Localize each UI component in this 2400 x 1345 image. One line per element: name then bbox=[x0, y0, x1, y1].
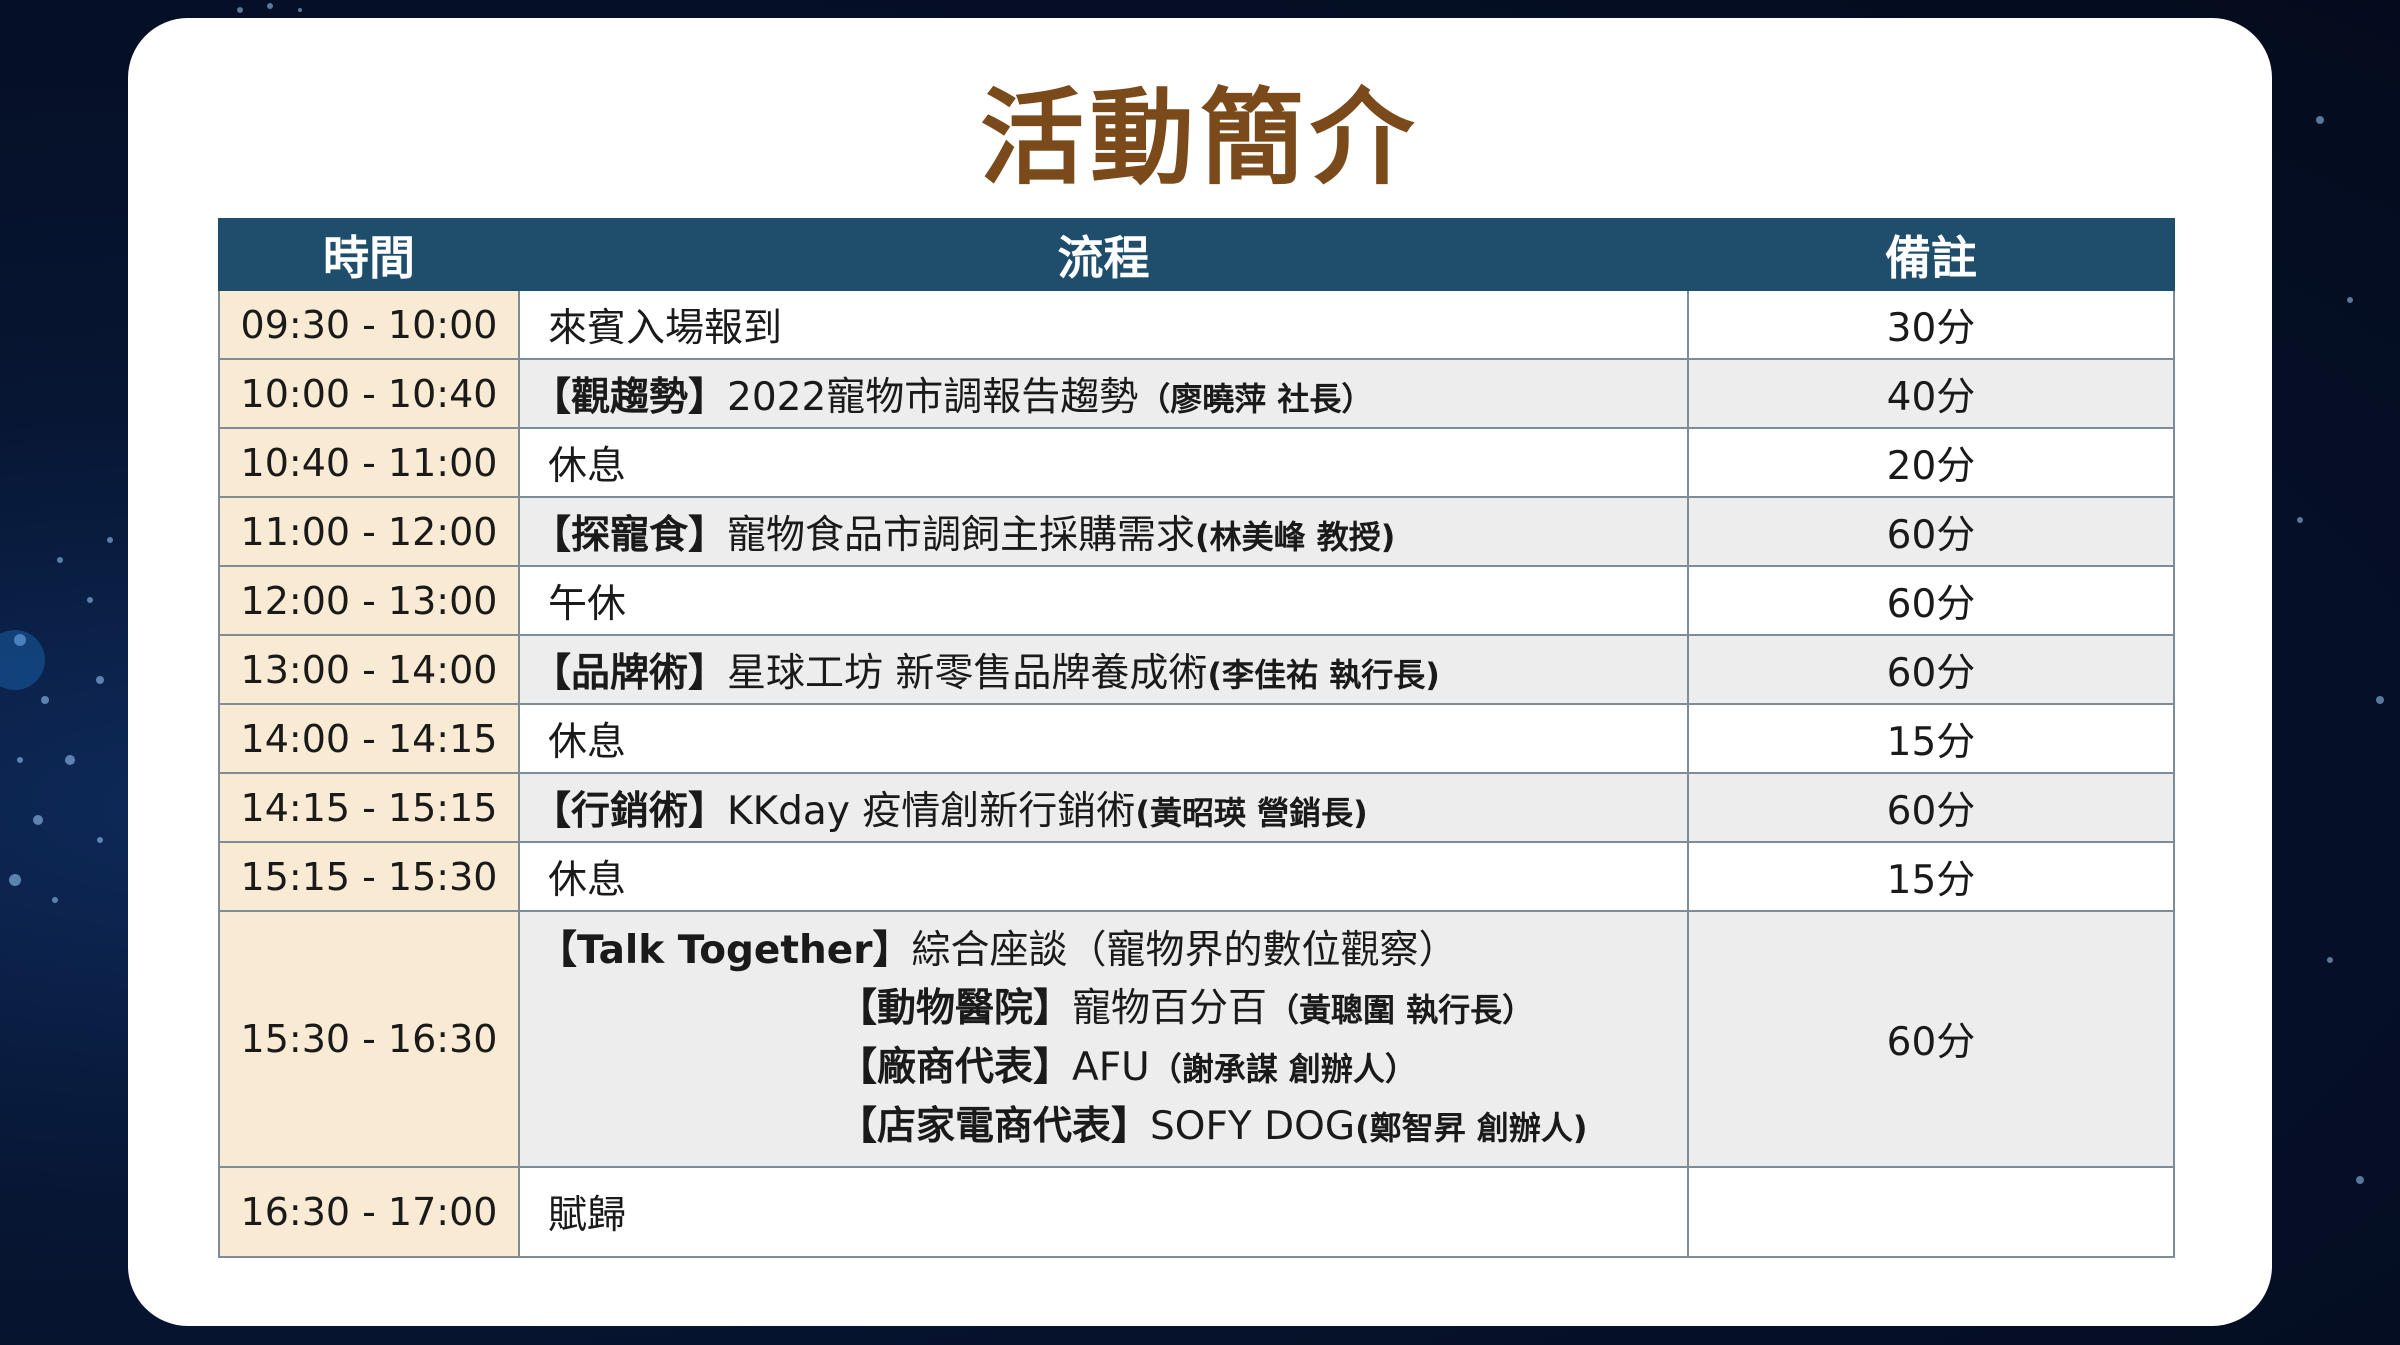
session-tag: 【Talk Together】 bbox=[538, 927, 912, 973]
time-cell: 14:00 - 14:15 bbox=[218, 703, 520, 774]
flow-cell: 【探寵食】寵物食品市調飼主採購需求(林美峰 教授) bbox=[518, 496, 1689, 567]
speaker: (李佳祐 執行長) bbox=[1207, 655, 1440, 694]
session-title: 寵物食品市調飼主採購需求 bbox=[727, 512, 1196, 558]
header-time: 時間 bbox=[218, 218, 520, 291]
session-title: AFU bbox=[1072, 1044, 1150, 1090]
flow-cell: 賦歸 bbox=[518, 1166, 1689, 1258]
duration-cell: 60分 bbox=[1687, 565, 2175, 636]
speaker: （廖曉萍 社長） bbox=[1138, 379, 1374, 418]
table-row: 16:30 - 17:00 賦歸 bbox=[218, 1166, 2175, 1258]
duration-cell: 60分 bbox=[1687, 910, 2175, 1168]
session-tag: 【動物醫院】 bbox=[838, 985, 1073, 1031]
speaker: (黃昭瑛 營銷長) bbox=[1135, 793, 1368, 832]
table-row: 13:00 - 14:00 【品牌術】星球工坊 新零售品牌養成術(李佳祐 執行長… bbox=[218, 634, 2175, 705]
flow-cell: 來賓入場報到 bbox=[518, 289, 1689, 360]
session-title: KKday 疫情創新行銷術 bbox=[727, 788, 1136, 834]
session-title: 來賓入場報到 bbox=[548, 305, 783, 351]
speaker: (鄭智昇 創辦人) bbox=[1355, 1108, 1588, 1147]
panel-line: 【動物醫院】寵物百分百（黃聰圍 執行長） bbox=[538, 980, 1686, 1039]
duration-cell: 60分 bbox=[1687, 772, 2175, 843]
time-cell: 13:00 - 14:00 bbox=[218, 634, 520, 705]
duration-cell: 15分 bbox=[1687, 703, 2175, 774]
time-cell: 15:30 - 16:30 bbox=[218, 910, 520, 1168]
flow-cell: 午休 bbox=[518, 565, 1689, 636]
session-tag: 【廠商代表】 bbox=[838, 1044, 1073, 1090]
duration-cell: 20分 bbox=[1687, 427, 2175, 498]
panel-line: 【店家電商代表】SOFY DOG(鄭智昇 創辦人) bbox=[538, 1098, 1686, 1157]
speaker: （黃聰圍 執行長） bbox=[1267, 990, 1535, 1029]
table-row: 15:15 - 15:30 休息 15分 bbox=[218, 841, 2175, 912]
panel-line: 【Talk Together】綜合座談（寵物界的數位觀察） bbox=[538, 922, 1686, 980]
header-flow: 流程 bbox=[518, 218, 1689, 291]
table-row: 12:00 - 13:00 午休 60分 bbox=[218, 565, 2175, 636]
header-note: 備註 bbox=[1687, 218, 2175, 291]
flow-cell: 休息 bbox=[518, 841, 1689, 912]
session-title: 賦歸 bbox=[548, 1193, 627, 1238]
flow-cell: 【品牌術】星球工坊 新零售品牌養成術(李佳祐 執行長) bbox=[518, 634, 1689, 705]
table-row: 14:00 - 14:15 休息 15分 bbox=[218, 703, 2175, 774]
table-row: 10:40 - 11:00 休息 20分 bbox=[218, 427, 2175, 498]
schedule-table: 時間 流程 備註 09:30 - 10:00 來賓入場報到 30分 10:00 … bbox=[218, 218, 2175, 1258]
table-header-row: 時間 流程 備註 bbox=[218, 218, 2175, 291]
time-cell: 10:00 - 10:40 bbox=[218, 358, 520, 429]
table-row: 14:15 - 15:15 【行銷術】KKday 疫情創新行銷術(黃昭瑛 營銷長… bbox=[218, 772, 2175, 843]
flow-cell: 休息 bbox=[518, 703, 1689, 774]
table-row: 09:30 - 10:00 來賓入場報到 30分 bbox=[218, 289, 2175, 360]
time-cell: 11:00 - 12:00 bbox=[218, 496, 520, 567]
session-tag: 【觀趨勢】 bbox=[532, 374, 728, 420]
session-title: 午休 bbox=[548, 581, 627, 627]
flow-cell: 【觀趨勢】2022寵物市調報告趨勢（廖曉萍 社長） bbox=[518, 358, 1689, 429]
duration-cell bbox=[1687, 1166, 2175, 1258]
session-tag: 【品牌術】 bbox=[532, 650, 728, 696]
content-card: 活動簡介 時間 流程 備註 09:30 - 10:00 來賓入場報到 30分 1… bbox=[128, 18, 2272, 1326]
session-title: 休息 bbox=[548, 443, 627, 489]
speaker: （謝承謀 創辦人） bbox=[1149, 1049, 1417, 1088]
time-cell: 10:40 - 11:00 bbox=[218, 427, 520, 498]
time-cell: 09:30 - 10:00 bbox=[218, 289, 520, 360]
flow-cell: 【行銷術】KKday 疫情創新行銷術(黃昭瑛 營銷長) bbox=[518, 772, 1689, 843]
duration-cell: 30分 bbox=[1687, 289, 2175, 360]
duration-cell: 40分 bbox=[1687, 358, 2175, 429]
session-title: 寵物百分百 bbox=[1072, 985, 1268, 1031]
time-cell: 15:15 - 15:30 bbox=[218, 841, 520, 912]
session-tag: 【探寵食】 bbox=[532, 512, 728, 558]
panel-line: 【廠商代表】AFU（謝承謀 創辦人） bbox=[538, 1039, 1686, 1098]
panel-flow-cell: 【Talk Together】綜合座談（寵物界的數位觀察） 【動物醫院】寵物百分… bbox=[518, 910, 1689, 1168]
time-cell: 12:00 - 13:00 bbox=[218, 565, 520, 636]
session-title: 休息 bbox=[548, 719, 627, 765]
duration-cell: 60分 bbox=[1687, 634, 2175, 705]
time-cell: 14:15 - 15:15 bbox=[218, 772, 520, 843]
table-row: 11:00 - 12:00 【探寵食】寵物食品市調飼主採購需求(林美峰 教授) … bbox=[218, 496, 2175, 567]
page-title: 活動簡介 bbox=[979, 77, 1420, 199]
session-title: 休息 bbox=[548, 857, 627, 903]
time-cell: 16:30 - 17:00 bbox=[218, 1166, 520, 1258]
speaker: (林美峰 教授) bbox=[1195, 517, 1396, 556]
session-tag: 【店家電商代表】 bbox=[838, 1103, 1151, 1149]
duration-cell: 60分 bbox=[1687, 496, 2175, 567]
table-row: 10:00 - 10:40 【觀趨勢】2022寵物市調報告趨勢（廖曉萍 社長） … bbox=[218, 358, 2175, 429]
session-title: 綜合座談（寵物界的數位觀察） bbox=[911, 927, 1458, 973]
panel-row: 15:30 - 16:30 【Talk Together】綜合座談（寵物界的數位… bbox=[218, 910, 2175, 1168]
duration-cell: 15分 bbox=[1687, 841, 2175, 912]
session-title: 星球工坊 新零售品牌養成術 bbox=[727, 650, 1208, 696]
session-tag: 【行銷術】 bbox=[532, 788, 728, 834]
flow-cell: 休息 bbox=[518, 427, 1689, 498]
session-title: 2022寵物市調報告趨勢 bbox=[727, 374, 1139, 420]
session-title: SOFY DOG bbox=[1150, 1103, 1356, 1149]
